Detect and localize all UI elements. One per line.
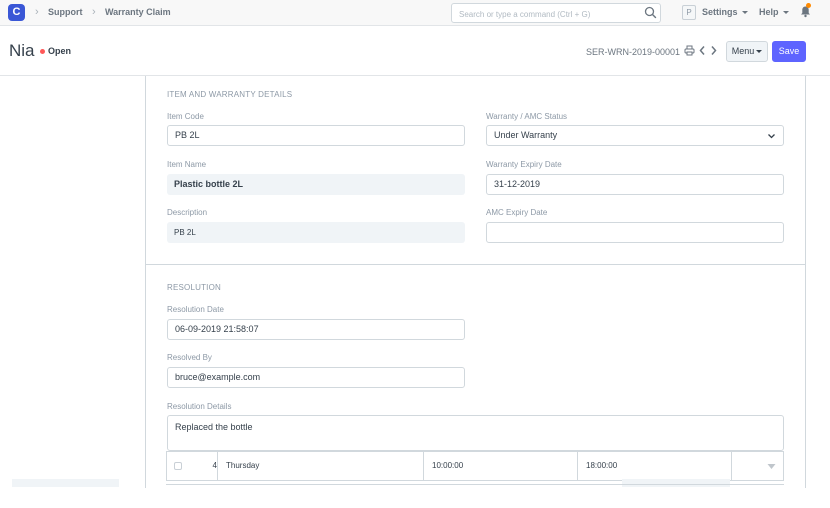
column-divider xyxy=(731,452,732,480)
item-name-label: Item Name xyxy=(167,160,207,169)
resolution-details-label: Resolution Details xyxy=(167,402,232,411)
warranty-status-select[interactable]: Under Warranty xyxy=(486,125,784,146)
end-time-cell[interactable]: 18:00:00 xyxy=(578,452,728,480)
resolution-date-field[interactable]: 06-09-2019 21:58:07 xyxy=(167,319,465,340)
help-label: Help xyxy=(759,7,779,17)
chevron-down-icon[interactable] xyxy=(767,463,776,470)
start-time-cell[interactable]: 10:00:00 xyxy=(424,452,574,480)
amc-expiry-field[interactable] xyxy=(486,222,784,243)
notification-dot xyxy=(806,3,811,8)
form-card: ITEM AND WARRANTY DETAILS Item Code PB 2… xyxy=(145,76,806,488)
page-head: Nia Open SER-WRN-2019-00001 Menu Save xyxy=(0,26,830,76)
save-button[interactable]: Save xyxy=(772,41,806,62)
help-dropdown[interactable]: Help xyxy=(759,7,789,17)
background-strip xyxy=(12,479,119,487)
caret-down-icon xyxy=(756,50,763,54)
section-heading-resolution: RESOLUTION xyxy=(167,283,222,292)
settings-dropdown[interactable]: Settings xyxy=(702,7,748,17)
description-label: Description xyxy=(167,208,208,217)
background-strip xyxy=(622,479,730,487)
description-value: PB 2L xyxy=(167,222,465,243)
table-border xyxy=(166,484,784,485)
search-icon[interactable] xyxy=(644,6,657,19)
caret-down-icon xyxy=(782,11,789,15)
chevron-right-icon[interactable] xyxy=(709,45,718,56)
item-name-value: Plastic bottle 2L xyxy=(167,174,465,195)
item-code-field[interactable]: PB 2L xyxy=(167,125,465,146)
page-title: Nia xyxy=(9,41,35,60)
day-cell[interactable]: Thursday xyxy=(218,452,418,480)
avatar[interactable]: P xyxy=(682,5,696,20)
chevron-right-icon: › xyxy=(92,6,96,18)
resolved-by-field[interactable]: bruce@example.com xyxy=(167,367,465,388)
print-icon[interactable] xyxy=(684,45,695,56)
resolution-details-textarea[interactable]: Replaced the bottle xyxy=(167,415,784,451)
breadcrumb-support[interactable]: Support xyxy=(48,7,83,17)
status-badge: Open xyxy=(48,46,72,56)
chevron-down-icon xyxy=(768,134,775,139)
resolved-by-label: Resolved By xyxy=(167,353,212,362)
caret-down-icon xyxy=(741,11,748,15)
search-box[interactable] xyxy=(451,3,661,24)
warranty-status-value: Under Warranty xyxy=(494,130,558,140)
search-input[interactable] xyxy=(452,5,632,24)
menu-label: Menu xyxy=(731,46,755,56)
app-logo[interactable]: C xyxy=(8,4,25,21)
amc-expiry-label: AMC Expiry Date xyxy=(486,208,548,217)
settings-label: Settings xyxy=(702,7,738,17)
status-indicator xyxy=(40,49,45,54)
section-divider xyxy=(146,264,805,265)
chevron-right-icon: › xyxy=(35,6,39,18)
breadcrumb-warranty-claim[interactable]: Warranty Claim xyxy=(105,7,171,17)
warranty-expiry-field[interactable]: 31-12-2019 xyxy=(486,174,784,195)
document-name: SER-WRN-2019-00001 xyxy=(586,47,681,57)
resolution-date-label: Resolution Date xyxy=(167,305,224,314)
row-checkbox[interactable] xyxy=(174,462,182,470)
menu-button[interactable]: Menu xyxy=(726,41,768,62)
item-code-label: Item Code xyxy=(167,112,204,121)
chevron-left-icon[interactable] xyxy=(698,45,707,56)
section-heading-item-warranty: ITEM AND WARRANTY DETAILS xyxy=(167,90,293,99)
row-index: 4 xyxy=(212,461,217,470)
warranty-status-label: Warranty / AMC Status xyxy=(486,112,568,121)
warranty-expiry-label: Warranty Expiry Date xyxy=(486,160,562,169)
navbar: C › Support › Warranty Claim P Settings … xyxy=(0,0,830,26)
table-row[interactable]: 4 Thursday 10:00:00 18:00:00 xyxy=(166,451,784,481)
